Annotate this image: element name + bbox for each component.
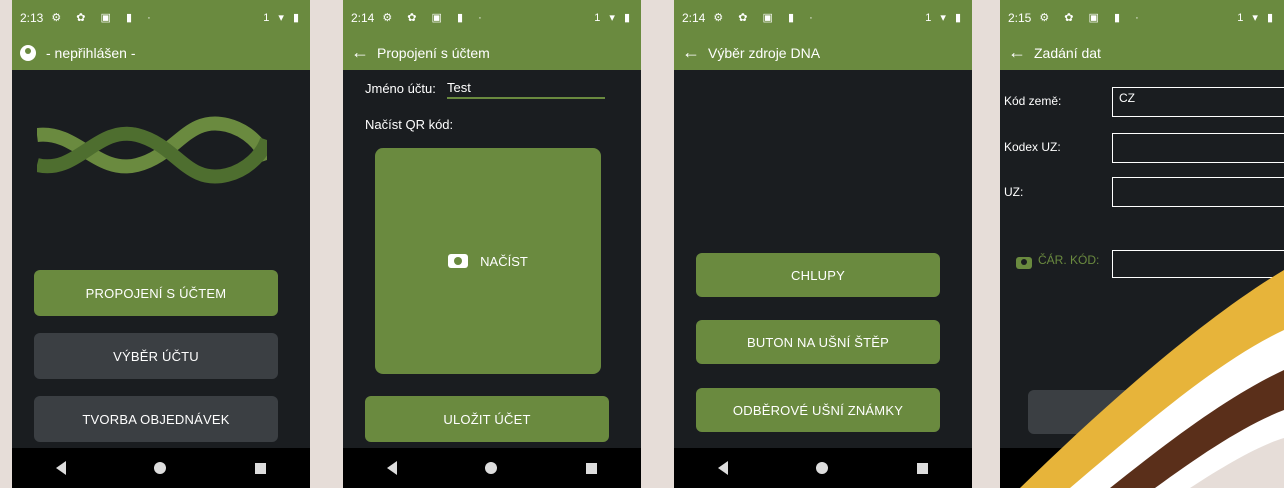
- status-time: 2:15: [1008, 10, 1032, 25]
- status-bar: 2:15 ⚙ ✿ ▣ ▮ · 1 ▾ ▮: [1000, 0, 1284, 35]
- scan-qr-button[interactable]: NAČÍST: [375, 148, 601, 374]
- back-arrow-icon[interactable]: ←: [1008, 42, 1026, 63]
- back-arrow-icon[interactable]: ←: [682, 42, 700, 63]
- status-bar: 2:13 ⚙ ✿ ▣ ▮ · 1 ▾ ▮: [12, 0, 310, 35]
- qr-code-label: Načíst QR kód:: [365, 117, 454, 132]
- home-nav-icon[interactable]: [154, 462, 167, 474]
- notification-icons: ⚙ ✿ ▣ ▮ ·: [713, 12, 819, 24]
- uz-input[interactable]: [1112, 177, 1284, 207]
- status-bar: 2:14 ⚙ ✿ ▣ ▮ · 1 ▾ ▮: [343, 0, 641, 35]
- codex-input[interactable]: [1112, 133, 1284, 163]
- home-nav-icon[interactable]: [816, 462, 829, 474]
- back-arrow-icon[interactable]: ←: [351, 42, 369, 63]
- camera-icon: [448, 254, 469, 268]
- dna-logo: [37, 116, 267, 184]
- recents-nav-icon[interactable]: [254, 462, 266, 474]
- country-code-label: Kód země:: [1004, 94, 1062, 108]
- notification-icons: ⚙ ✿ ▣ ▮ ·: [51, 12, 157, 24]
- codex-label: Kodex UZ:: [1004, 140, 1061, 154]
- hair-button[interactable]: CHLUPY: [696, 253, 940, 297]
- account-icon[interactable]: [20, 44, 36, 61]
- system-nav-bar: [12, 448, 310, 488]
- status-time: 2:13: [20, 10, 44, 25]
- status-signal: 1 ▾ ▮: [925, 12, 964, 24]
- create-orders-button[interactable]: TVORBA OBJEDNÁVEK: [34, 396, 278, 442]
- back-nav-icon[interactable]: [387, 461, 398, 475]
- status-signal: 1 ▾ ▮: [594, 12, 633, 24]
- select-account-button[interactable]: VÝBĚR ÚČTU: [34, 333, 278, 379]
- save-account-button[interactable]: ULOŽIT ÚČET: [365, 396, 609, 442]
- phone-screen-dna-source: 2:14 ⚙ ✿ ▣ ▮ · 1 ▾ ▮ ← Výběr zdroje DNA …: [674, 0, 972, 488]
- app-bar-title: - nepřihlášen -: [46, 44, 136, 61]
- recents-nav-icon[interactable]: [916, 462, 928, 474]
- status-bar: 2:14 ⚙ ✿ ▣ ▮ · 1 ▾ ▮: [674, 0, 972, 35]
- account-name-input[interactable]: Test: [447, 80, 605, 99]
- status-time: 2:14: [682, 10, 706, 25]
- recents-nav-icon[interactable]: [585, 462, 597, 474]
- status-signal: 1 ▾ ▮: [1237, 12, 1276, 24]
- app-bar-title: Výběr zdroje DNA: [708, 44, 821, 61]
- app-bar: ← Zadání dat: [1000, 35, 1284, 70]
- home-nav-icon[interactable]: [485, 462, 498, 474]
- account-name-label: Jméno účtu:: [365, 81, 436, 96]
- app-bar: ← Propojení s účtem: [343, 35, 641, 70]
- system-nav-bar: [343, 448, 641, 488]
- app-bar: ← Výběr zdroje DNA: [674, 35, 972, 70]
- country-code-input[interactable]: CZ: [1112, 87, 1284, 117]
- phone-screen-link-account: 2:14 ⚙ ✿ ▣ ▮ · 1 ▾ ▮ ← Propojení s účtem…: [343, 0, 641, 488]
- status-signal: 1 ▾ ▮: [263, 12, 302, 24]
- phone-screen-login: 2:13 ⚙ ✿ ▣ ▮ · 1 ▾ ▮ - nepřihlášen - PRO…: [12, 0, 310, 488]
- system-nav-bar: [674, 448, 972, 488]
- status-time: 2:14: [351, 10, 375, 25]
- uz-label: UZ:: [1004, 185, 1024, 199]
- back-nav-icon[interactable]: [56, 461, 67, 475]
- back-nav-icon[interactable]: [718, 461, 729, 475]
- app-bar-title: Propojení s účtem: [377, 44, 490, 61]
- app-bar: - nepřihlášen -: [12, 35, 310, 70]
- notification-icons: ⚙ ✿ ▣ ▮ ·: [1039, 12, 1145, 24]
- decorative-swoosh: [1020, 270, 1284, 488]
- notification-icons: ⚙ ✿ ▣ ▮ ·: [382, 12, 488, 24]
- ear-tag-button[interactable]: ODBĚROVÉ UŠNÍ ZNÁMKY: [696, 388, 940, 432]
- scan-label: NAČÍST: [480, 253, 528, 269]
- app-bar-title: Zadání dat: [1034, 44, 1101, 61]
- ear-tissue-button[interactable]: BUTON NA UŠNÍ ŠTĚP: [696, 320, 940, 364]
- link-account-button[interactable]: PROPOJENÍ S ÚČTEM: [34, 270, 278, 316]
